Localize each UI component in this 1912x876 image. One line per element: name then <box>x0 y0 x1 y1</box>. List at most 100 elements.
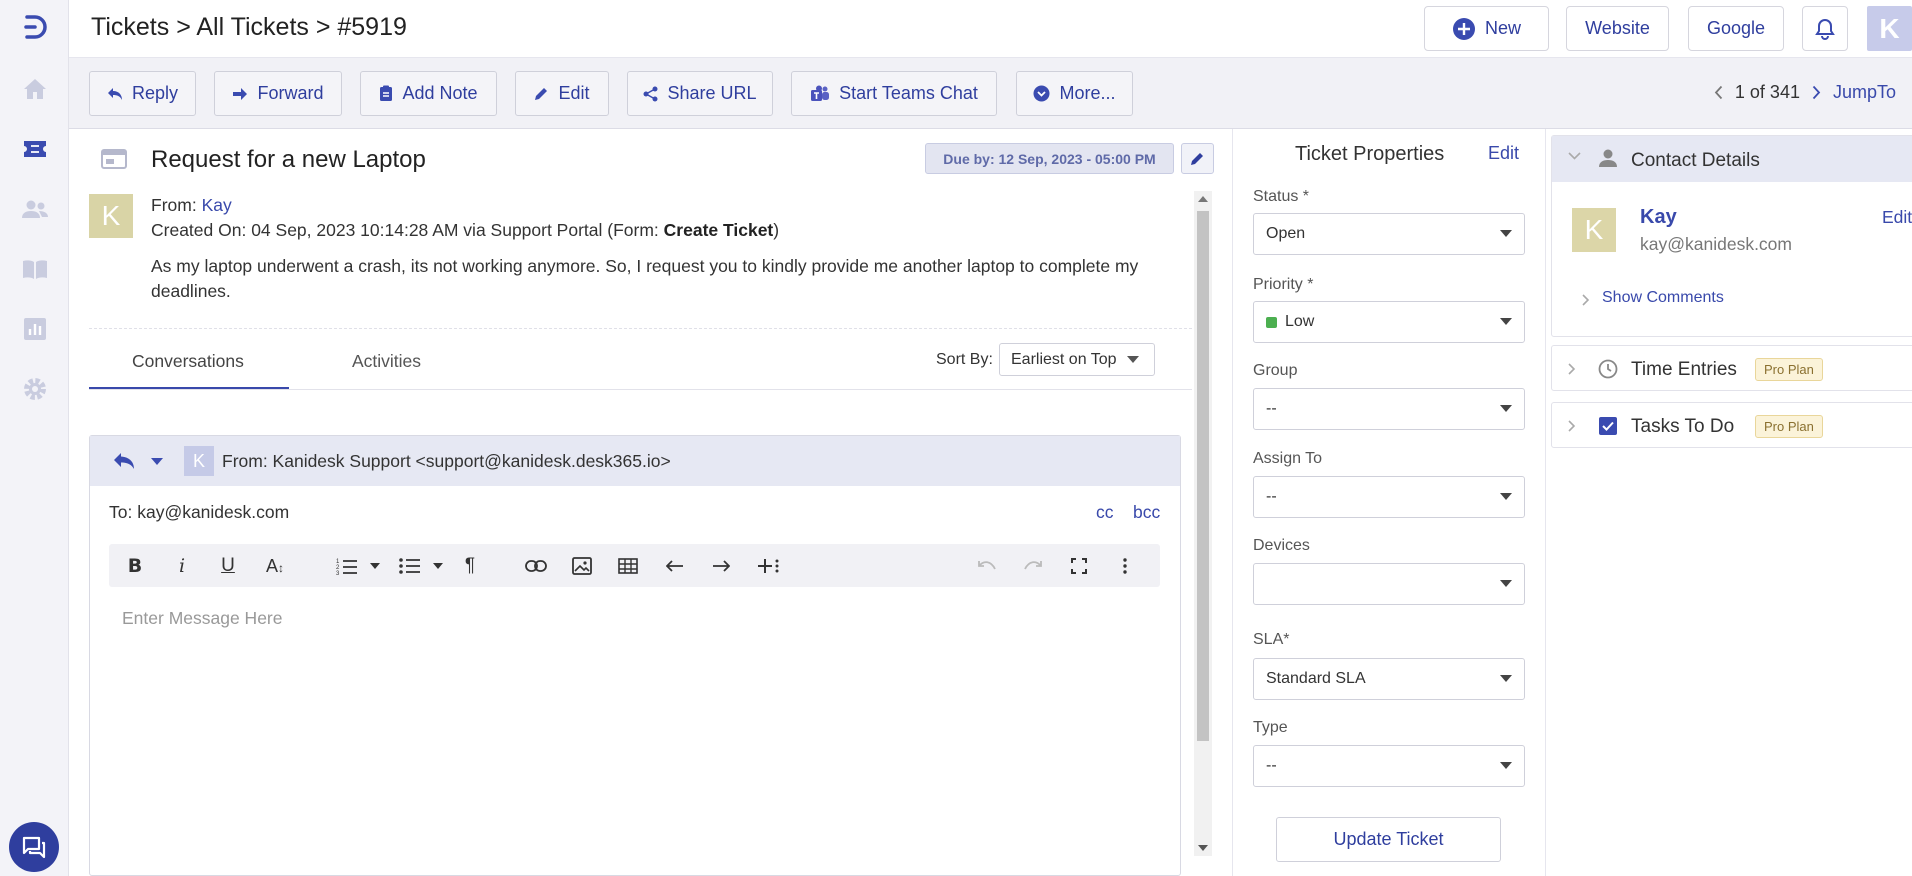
google-button[interactable]: Google <box>1688 6 1784 51</box>
contact-details-card: Contact Details K Kay kay@kanidesk.com E… <box>1551 135 1912 337</box>
ticket-title: Request for a new Laptop <box>151 146 426 173</box>
prev-ticket-icon[interactable] <box>1714 85 1723 100</box>
devices-label: Devices <box>1253 537 1310 554</box>
new-label: New <box>1484 18 1521 38</box>
caret-down-icon <box>1500 762 1512 769</box>
notifications-button[interactable] <box>1802 6 1848 51</box>
forward-button[interactable]: Forward <box>214 71 342 116</box>
scroll-thumb[interactable] <box>1197 211 1209 741</box>
contact-details-header[interactable]: Contact Details <box>1552 136 1912 182</box>
tab-activities[interactable]: Activities <box>352 351 421 372</box>
ordered-list-dropdown-icon[interactable] <box>368 554 382 578</box>
bullet-list-icon[interactable] <box>397 554 423 578</box>
caret-down-icon <box>1500 318 1512 325</box>
insert-more-icon[interactable] <box>755 554 781 578</box>
italic-icon[interactable]: i <box>170 554 194 578</box>
assign-to-label: Assign To <box>1253 450 1323 467</box>
indent-icon[interactable] <box>709 554 733 578</box>
user-avatar[interactable]: K <box>1867 6 1912 51</box>
pager-count: 1 of 341 <box>1734 82 1800 102</box>
requester-name-link[interactable]: Kay <box>202 195 232 215</box>
knowledge-base-icon[interactable] <box>20 254 50 284</box>
bcc-link[interactable]: bcc <box>1133 502 1160 523</box>
more-button[interactable]: More... <box>1016 71 1133 116</box>
contacts-icon[interactable] <box>20 194 50 224</box>
ticket-properties-panel: Ticket Properties Edit Status * Open Pri… <box>1232 129 1546 876</box>
edit-title-button[interactable] <box>1181 143 1214 174</box>
status-label: Status * <box>1253 188 1310 205</box>
table-icon[interactable] <box>616 554 640 578</box>
logo-icon[interactable] <box>20 12 50 42</box>
reply-label: Reply <box>131 83 179 103</box>
group-select[interactable]: -- <box>1253 388 1525 430</box>
scroll-up-icon[interactable] <box>1198 196 1208 202</box>
underline-icon[interactable]: U <box>216 554 240 578</box>
type-select[interactable]: -- <box>1253 745 1525 787</box>
home-icon[interactable] <box>20 74 50 104</box>
bold-icon[interactable]: B <box>123 554 147 578</box>
assign-to-select[interactable]: -- <box>1253 476 1525 518</box>
add-note-label: Add Note <box>402 83 478 103</box>
form-name: Create Ticket <box>663 220 774 240</box>
bullet-list-dropdown-icon[interactable] <box>431 554 445 578</box>
contact-edit-link[interactable]: Edit <box>1882 207 1912 228</box>
reply-icon <box>107 87 123 101</box>
outdent-icon[interactable] <box>663 554 687 578</box>
settings-icon[interactable] <box>20 374 50 404</box>
tabs-divider <box>89 389 1192 390</box>
font-size-icon[interactable]: A↕ <box>261 554 289 578</box>
chevron-right-icon <box>1582 294 1590 306</box>
jump-to-link[interactable]: JumpTo <box>1833 82 1896 103</box>
more-options-icon[interactable] <box>1113 554 1137 578</box>
tickets-icon[interactable] <box>20 134 50 164</box>
time-entries-accordion[interactable]: Time Entries Pro Plan <box>1551 345 1912 391</box>
ordered-list-icon[interactable]: 123 <box>334 554 360 578</box>
scroll-down-icon[interactable] <box>1198 845 1208 851</box>
reply-to[interactable]: To: kay@kanidesk.com <box>109 502 289 523</box>
link-icon[interactable] <box>524 554 548 578</box>
message-input[interactable]: Enter Message Here <box>122 608 283 629</box>
redo-icon[interactable] <box>1021 554 1045 578</box>
properties-edit-link[interactable]: Edit <box>1488 143 1519 164</box>
add-note-button[interactable]: Add Note <box>360 71 497 116</box>
next-ticket-icon[interactable] <box>1812 85 1821 100</box>
sla-select[interactable]: Standard SLA <box>1253 658 1525 700</box>
pencil-icon <box>534 86 549 101</box>
contact-avatar: K <box>1572 208 1616 252</box>
assign-to-value: -- <box>1266 488 1277 505</box>
ticket-scrollbar[interactable] <box>1194 191 1212 856</box>
tasks-to-do-title: Tasks To Do <box>1631 416 1735 437</box>
ticket-pager: 1 of 341 JumpTo <box>1714 82 1896 103</box>
chat-support-button[interactable] <box>9 822 59 872</box>
reply-mode-icon[interactable] <box>112 451 138 471</box>
update-ticket-button[interactable]: Update Ticket <box>1276 817 1501 862</box>
properties-title: Ticket Properties <box>1295 143 1445 165</box>
breadcrumb[interactable]: Tickets > All Tickets > #5919 <box>91 13 407 42</box>
show-comments-link[interactable]: Show Comments <box>1602 289 1724 307</box>
priority-color-indicator <box>1266 316 1277 328</box>
start-teams-chat-button[interactable]: Start Teams Chat <box>791 71 997 116</box>
status-select[interactable]: Open <box>1253 213 1525 255</box>
website-button[interactable]: Website <box>1566 6 1669 51</box>
sort-by-select[interactable]: Earliest on Top <box>999 343 1155 376</box>
chevron-circle-icon <box>1033 85 1050 102</box>
tasks-to-do-accordion[interactable]: Tasks To Do Pro Plan <box>1551 402 1912 448</box>
reply-mode-dropdown-icon[interactable] <box>151 458 163 465</box>
paragraph-icon[interactable]: ¶ <box>458 554 482 578</box>
reports-icon[interactable] <box>20 314 50 344</box>
ticket-description: As my laptop underwent a crash, its not … <box>151 256 1139 301</box>
image-icon[interactable] <box>570 554 594 578</box>
priority-select[interactable]: Low <box>1253 301 1525 343</box>
fullscreen-icon[interactable] <box>1067 554 1091 578</box>
contact-name[interactable]: Kay <box>1640 206 1677 229</box>
reply-button[interactable]: Reply <box>89 71 196 116</box>
sla-value: Standard SLA <box>1266 670 1366 687</box>
tab-conversations[interactable]: Conversations <box>132 351 244 372</box>
divider <box>89 328 1192 329</box>
devices-select[interactable] <box>1253 563 1525 605</box>
new-button[interactable]: New <box>1424 6 1549 51</box>
edit-button[interactable]: Edit <box>515 71 609 116</box>
share-url-button[interactable]: Share URL <box>627 71 773 116</box>
undo-icon[interactable] <box>975 554 999 578</box>
cc-link[interactable]: cc <box>1096 502 1114 523</box>
